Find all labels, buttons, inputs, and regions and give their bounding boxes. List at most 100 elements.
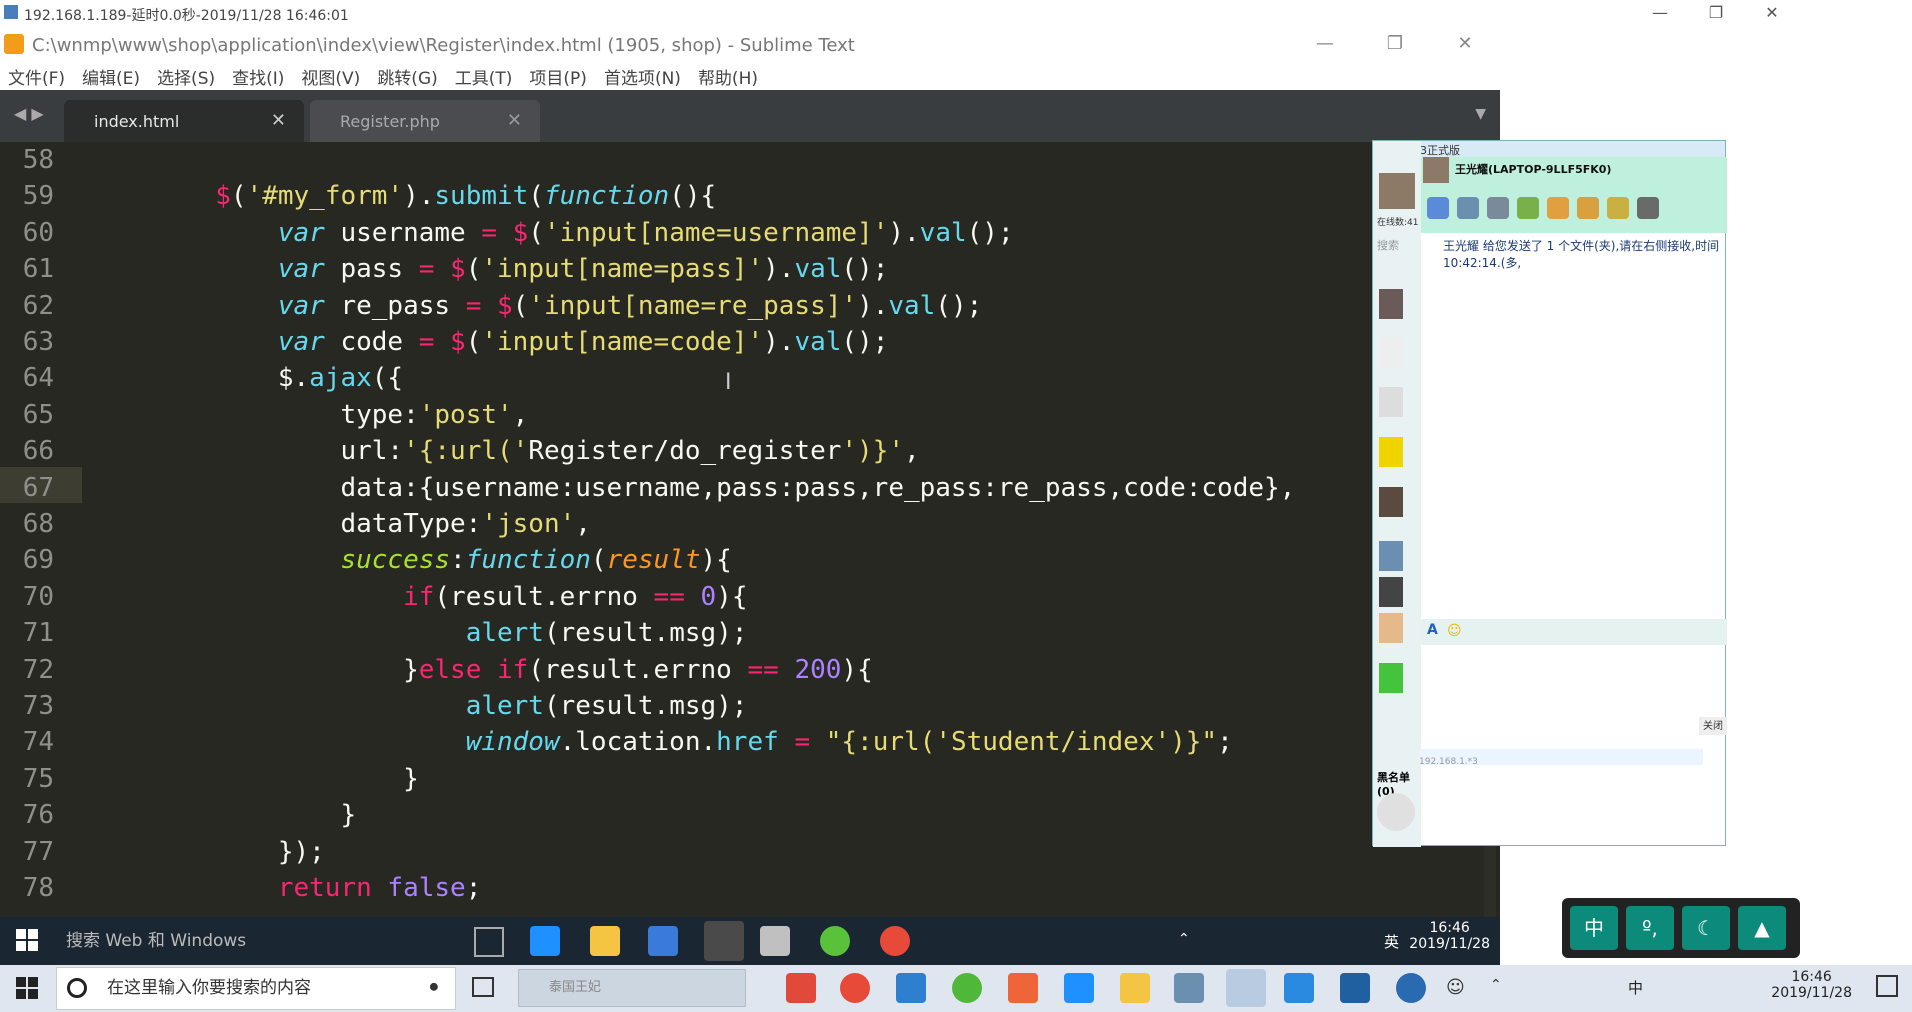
ime-mode-button[interactable]: 中 xyxy=(1570,906,1618,950)
microphone-icon[interactable]: ⚫ xyxy=(427,968,441,1009)
minimize-icon[interactable]: — xyxy=(1632,0,1688,26)
menu-help[interactable]: 帮助(H) xyxy=(698,64,758,89)
send-file-icon[interactable] xyxy=(1517,197,1539,219)
menu-project[interactable]: 项目(P) xyxy=(529,64,587,89)
people-icon[interactable]: ☺ xyxy=(1446,977,1465,998)
file-explorer-icon[interactable] xyxy=(590,926,620,956)
maximize-icon[interactable]: ❐ xyxy=(1688,0,1744,26)
folder-icon[interactable] xyxy=(1577,197,1599,219)
line-number: 73 xyxy=(22,691,54,721)
remote-search-box[interactable]: 搜索 Web 和 Windows xyxy=(58,917,466,965)
file-explorer-icon[interactable] xyxy=(1120,973,1150,1003)
xampp-icon[interactable] xyxy=(1008,973,1038,1003)
remote-clock[interactable]: 16:46 2019/11/28 xyxy=(1409,920,1490,952)
edge-icon[interactable] xyxy=(1064,973,1094,1003)
contact-avatar[interactable] xyxy=(1379,577,1403,607)
tab-register-php[interactable]: Register.php ✕ xyxy=(310,100,540,142)
notepad-icon[interactable] xyxy=(1174,973,1204,1003)
edge-icon[interactable] xyxy=(530,926,560,956)
send-folder-icon[interactable] xyxy=(1547,197,1569,219)
tray-expand-icon[interactable]: ⌃ xyxy=(1490,977,1502,993)
feiq-window[interactable]: 飞秋2013正式版 在线数:41 搜索 黑名单(0) 王光耀(LAPTOP-9L… xyxy=(1372,140,1727,847)
photos-icon[interactable] xyxy=(786,973,816,1003)
feiq-contact-list[interactable]: 在线数:41 搜索 黑名单(0) xyxy=(1373,141,1421,847)
code-line: var re_pass = $('input[name=re_pass]').v… xyxy=(277,291,983,321)
ime-moon-icon[interactable]: ☾ xyxy=(1682,906,1730,950)
home-icon[interactable] xyxy=(1637,197,1659,219)
close-button[interactable]: 关闭 xyxy=(1699,717,1727,735)
start-icon[interactable] xyxy=(16,977,38,999)
taskbar: 在这里输入你要搜索的内容 ⚫ 泰国王妃 ☺ ⌃ 中 16:46 2019/11/… xyxy=(0,965,1912,1012)
browser-search-box[interactable]: 泰国王妃 xyxy=(518,969,746,1007)
avatar[interactable] xyxy=(1379,173,1415,209)
feiq-active-icon[interactable] xyxy=(1226,969,1266,1007)
line-number: 69 xyxy=(22,545,54,575)
code-line: alert(result.msg); xyxy=(465,618,748,648)
tab-label: Register.php xyxy=(340,112,440,131)
microphone-icon[interactable] xyxy=(1487,197,1509,219)
taskbar-clock[interactable]: 16:46 2019/11/28 xyxy=(1771,969,1852,1001)
code-editor[interactable]: 58 59 60 61 62 63 64 65 66 67 68 69 70 71 72 73 74 75 76 77… xyxy=(0,142,1500,917)
close-icon[interactable]: ✕ xyxy=(1744,0,1800,26)
ime-floating-bar: 中 º, ☾ ▲ xyxy=(1562,898,1800,958)
feiq-search[interactable]: 搜索 xyxy=(1377,237,1399,253)
remote-desktop-icon[interactable] xyxy=(648,926,678,956)
menu-goto[interactable]: 跳转(G) xyxy=(377,64,437,89)
taskbar-search-box[interactable]: 在这里输入你要搜索的内容 ⚫ xyxy=(56,967,456,1010)
notifications-icon[interactable] xyxy=(1876,975,1898,997)
sublime-minimize-icon[interactable]: — xyxy=(1290,26,1360,62)
menu-file[interactable]: 文件(F) xyxy=(8,64,65,89)
vscode-icon[interactable] xyxy=(896,973,926,1003)
sublime-text-icon[interactable] xyxy=(704,921,744,961)
menu-selection[interactable]: 选择(S) xyxy=(157,64,215,89)
code-line: type:'post', xyxy=(90,400,529,430)
menu-edit[interactable]: 编辑(E) xyxy=(82,64,140,89)
remote-window-title: 192.168.1.189-延时0.0秒-2019/11/28 16:46:01 xyxy=(24,8,349,24)
help-icon[interactable] xyxy=(1396,973,1426,1003)
tab-dropdown-icon[interactable]: ▼ xyxy=(1475,106,1486,122)
chrome-icon[interactable] xyxy=(880,926,910,956)
contact-avatar[interactable] xyxy=(1379,613,1403,643)
contact-avatar[interactable] xyxy=(1379,337,1403,367)
font-icon[interactable]: A xyxy=(1427,622,1438,638)
task-view-icon[interactable] xyxy=(474,927,504,957)
contact-avatar[interactable] xyxy=(1379,437,1403,467)
ime-indicator[interactable]: 中 xyxy=(1628,977,1643,998)
contact-avatar[interactable] xyxy=(1379,663,1403,693)
tab-close-icon[interactable]: ✕ xyxy=(507,110,522,131)
contact-avatar[interactable] xyxy=(1379,289,1403,319)
feiq-main-button[interactable] xyxy=(1377,793,1415,831)
menu-view[interactable]: 视图(V) xyxy=(301,64,360,89)
menu-preferences[interactable]: 首选项(N) xyxy=(604,64,681,89)
ip-field: 192.168.1.*3 xyxy=(1419,749,1703,767)
emoji-icon[interactable]: ☺ xyxy=(1447,623,1462,639)
remote-desktop-icon[interactable] xyxy=(1340,973,1370,1003)
sublime-close-icon[interactable]: ✕ xyxy=(1430,26,1500,62)
contact-avatar[interactable] xyxy=(1379,541,1403,571)
remote-ime-indicator[interactable]: 英 xyxy=(1384,931,1399,952)
chrome-icon[interactable] xyxy=(840,973,870,1003)
feiq-icon[interactable] xyxy=(820,926,850,956)
sourcetree-icon[interactable] xyxy=(760,926,790,956)
sublime-logo-icon xyxy=(4,34,24,54)
tab-close-icon[interactable]: ✕ xyxy=(271,110,286,131)
menu-find[interactable]: 查找(I) xyxy=(232,64,284,89)
share-icon[interactable] xyxy=(1607,197,1629,219)
contact-avatar[interactable] xyxy=(1379,387,1403,417)
monitor-icon[interactable] xyxy=(1457,197,1479,219)
tab-index-html[interactable]: index.html ✕ xyxy=(64,100,304,142)
line-number: 67 xyxy=(22,473,54,503)
wps-icon[interactable] xyxy=(1284,973,1314,1003)
ime-shirt-icon[interactable]: ▲ xyxy=(1738,906,1786,950)
task-view-icon[interactable] xyxy=(472,977,494,997)
contact-avatar[interactable] xyxy=(1379,487,1403,517)
line-number: 66 xyxy=(22,436,54,466)
feiq-icon[interactable] xyxy=(952,973,982,1003)
screen-share-icon[interactable] xyxy=(1427,197,1449,219)
start-icon[interactable] xyxy=(16,929,38,951)
sublime-maximize-icon[interactable]: ❐ xyxy=(1360,26,1430,62)
tab-nav-arrows-icon[interactable]: ◀ ▶ xyxy=(14,104,44,123)
menu-tools[interactable]: 工具(T) xyxy=(455,64,513,89)
ime-punct-icon[interactable]: º, xyxy=(1626,906,1674,950)
tray-icons[interactable]: ⌃ xyxy=(1178,931,1190,947)
